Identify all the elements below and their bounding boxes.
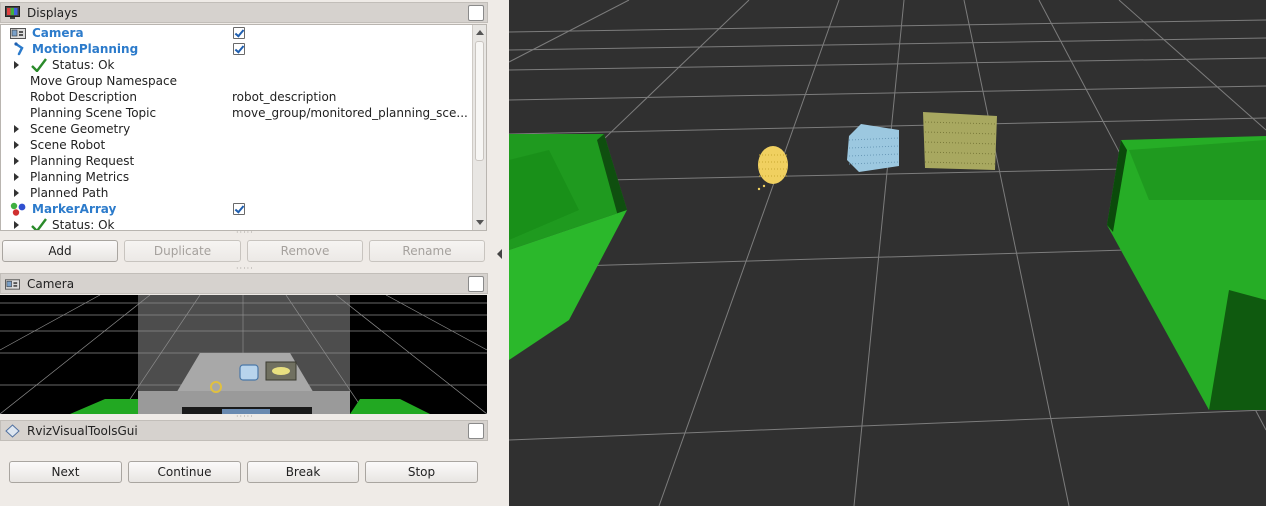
expand-arrow-icon[interactable] <box>14 125 19 133</box>
colored-spheres-icon <box>10 202 26 216</box>
tree-row-status[interactable]: Status: Ok <box>1 57 473 73</box>
monitor-icon <box>5 6 20 19</box>
tree-row-robot-description[interactable]: Robot Description robot_description <box>1 89 473 105</box>
displays-scrollbar[interactable] <box>472 25 486 230</box>
arm-icon <box>14 42 24 56</box>
3d-scene <box>509 0 1266 506</box>
tree-label-marker-status: Status: Ok <box>52 218 115 231</box>
tree-label-planning-metrics: Planning Metrics <box>30 170 130 184</box>
rviz-tools-panel-header: RvizVisualToolsGui <box>0 420 488 441</box>
continue-button[interactable]: Continue <box>128 461 241 483</box>
expand-arrow-icon[interactable] <box>14 221 19 229</box>
tree-row-scene-geometry[interactable]: Scene Geometry <box>1 121 473 137</box>
camera-enabled-checkbox[interactable] <box>233 27 245 39</box>
camera-scene-image <box>0 295 487 414</box>
camera-undock-button[interactable] <box>468 276 484 292</box>
tree-row-motion-planning[interactable]: MotionPlanning <box>1 41 473 57</box>
tree-row-move-group-namespace[interactable]: Move Group Namespace <box>1 73 473 89</box>
displays-panel-title: Displays <box>27 5 78 20</box>
rviz-tools-panel-title: RvizVisualToolsGui <box>27 423 138 438</box>
tree-row-scene-robot[interactable]: Scene Robot <box>1 137 473 153</box>
break-button[interactable]: Break <box>247 461 359 483</box>
scroll-up-arrow-icon[interactable] <box>476 30 484 35</box>
tree-label-marker-array: MarkerArray <box>32 202 117 216</box>
tree-label-planning-request: Planning Request <box>30 154 135 168</box>
expand-arrow-icon[interactable] <box>14 141 19 149</box>
expand-arrow-icon[interactable] <box>14 157 19 165</box>
tree-row-planning-scene-topic[interactable]: Planning Scene Topic move_group/monitore… <box>1 105 473 121</box>
splitter-grip[interactable]: ····· <box>236 264 254 273</box>
tree-row-camera[interactable]: Camera <box>1 25 473 41</box>
camera-icon <box>10 28 26 39</box>
add-button[interactable]: Add <box>2 240 118 262</box>
planning-scene-topic-value[interactable]: move_group/monitored_planning_sce... <box>232 105 472 121</box>
expand-arrow-icon[interactable] <box>14 173 19 181</box>
displays-tree: Camera MotionPlanning Status: Ok Move Gr… <box>0 24 487 231</box>
displays-panel-header: Displays <box>0 2 488 23</box>
diamond-icon <box>5 424 20 438</box>
tree-label-robot-description: Robot Description <box>30 90 137 104</box>
tree-label-scene-geometry: Scene Geometry <box>30 122 131 136</box>
camera-render-view[interactable] <box>0 295 487 414</box>
robot-description-value[interactable]: robot_description <box>232 89 472 105</box>
displays-undock-button[interactable] <box>468 5 484 21</box>
checkmark-icon <box>31 58 47 72</box>
duplicate-button[interactable]: Duplicate <box>124 240 241 262</box>
tree-row-planning-metrics[interactable]: Planning Metrics <box>1 169 473 185</box>
tree-label-scene-robot: Scene Robot <box>30 138 106 152</box>
rviz-tools-undock-button[interactable] <box>468 423 484 439</box>
camera-icon <box>5 279 20 290</box>
expand-arrow-icon[interactable] <box>14 189 19 197</box>
stop-button[interactable]: Stop <box>365 461 478 483</box>
expand-arrow-icon[interactable] <box>14 61 19 69</box>
camera-panel-header: Camera <box>0 273 488 294</box>
collapse-dock-arrow-icon[interactable] <box>497 249 502 259</box>
scrollbar-thumb[interactable] <box>475 41 484 161</box>
camera-panel-title: Camera <box>27 276 75 291</box>
tree-label-planning-scene-topic: Planning Scene Topic <box>30 106 157 120</box>
next-button[interactable]: Next <box>9 461 122 483</box>
tree-row-marker-array[interactable]: MarkerArray <box>1 201 473 217</box>
tree-label-planned-path: Planned Path <box>30 186 109 200</box>
motion-planning-enabled-checkbox[interactable] <box>233 43 245 55</box>
tree-row-planning-request[interactable]: Planning Request <box>1 153 473 169</box>
checkmark-icon <box>31 218 47 230</box>
tree-label-camera: Camera <box>32 26 84 40</box>
marker-array-enabled-checkbox[interactable] <box>233 203 245 215</box>
tree-label-status: Status: Ok <box>52 58 115 72</box>
tree-label-motion-planning: MotionPlanning <box>32 42 139 56</box>
scroll-down-arrow-icon[interactable] <box>476 220 484 225</box>
left-dock: Displays Camera MotionPlanning Status: O… <box>0 0 490 506</box>
tree-label-move-group-namespace: Move Group Namespace <box>30 74 177 88</box>
splitter-grip[interactable]: ····· <box>236 228 254 237</box>
rename-button[interactable]: Rename <box>369 240 485 262</box>
tree-row-planned-path[interactable]: Planned Path <box>1 185 473 201</box>
render-3d-viewport[interactable] <box>509 0 1266 506</box>
remove-button[interactable]: Remove <box>247 240 363 262</box>
